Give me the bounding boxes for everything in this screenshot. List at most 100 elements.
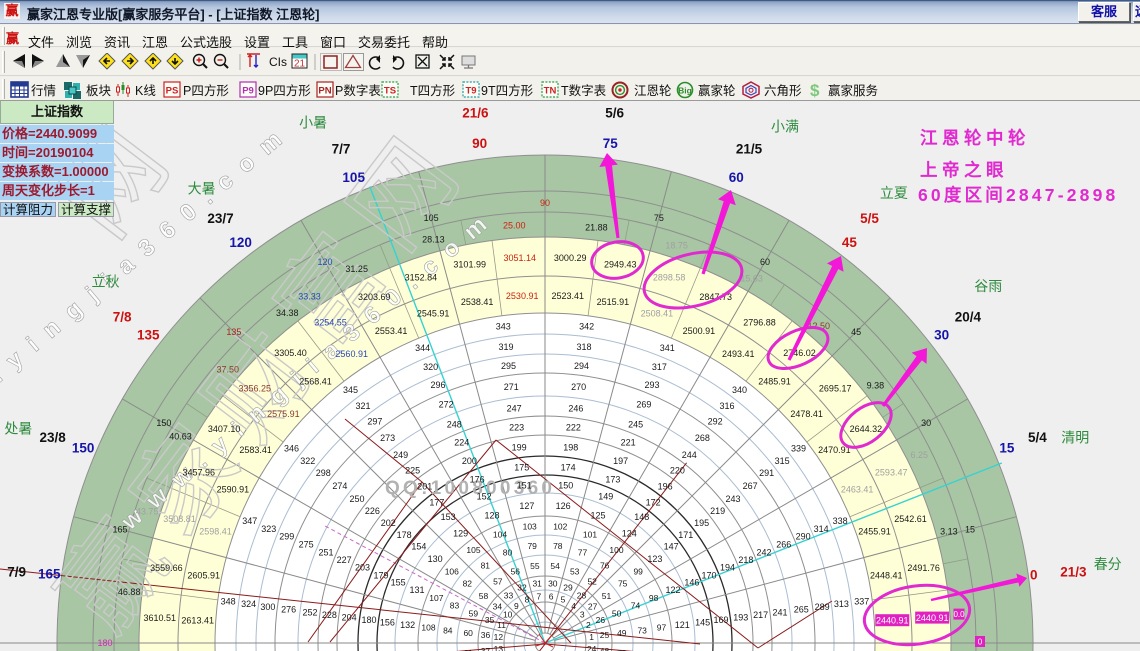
svg-text:90: 90	[540, 198, 550, 208]
svg-text:151: 151	[517, 481, 532, 491]
svg-text:251: 251	[318, 548, 333, 558]
svg-text:3101.99: 3101.99	[453, 260, 486, 270]
svg-text:83: 83	[450, 601, 460, 611]
svg-text:223: 223	[509, 423, 524, 433]
svg-text:40.63: 40.63	[169, 432, 192, 442]
svg-text:PS: PS	[166, 86, 179, 97]
svg-text:345: 345	[343, 385, 358, 395]
svg-text:3152.84: 3152.84	[405, 273, 438, 283]
svg-text:295: 295	[501, 361, 516, 371]
svg-text:123: 123	[647, 554, 662, 564]
svg-text:244: 244	[682, 450, 697, 460]
svg-text:29: 29	[563, 583, 573, 593]
svg-text:130: 130	[428, 554, 443, 564]
svg-text:CIs: CIs	[269, 55, 287, 69]
svg-text:300: 300	[260, 602, 275, 612]
svg-text:2448.41: 2448.41	[870, 570, 903, 580]
svg-text:2545.91: 2545.91	[417, 309, 450, 319]
svg-text:15: 15	[965, 524, 975, 534]
svg-text:谷雨: 谷雨	[974, 278, 1002, 294]
svg-text:297: 297	[367, 417, 382, 427]
svg-text:3559.66: 3559.66	[150, 563, 183, 573]
svg-text:行情: 行情	[31, 84, 56, 98]
svg-text:3203.69: 3203.69	[358, 292, 391, 302]
svg-text:82: 82	[463, 578, 473, 588]
svg-text:3508.81: 3508.81	[163, 514, 196, 524]
svg-text:268: 268	[695, 433, 710, 443]
svg-text:315: 315	[775, 456, 790, 466]
svg-text:323: 323	[261, 524, 276, 534]
svg-text:33.33: 33.33	[298, 292, 321, 302]
svg-text:337: 337	[854, 597, 869, 607]
svg-text:149: 149	[598, 491, 613, 501]
svg-text:155: 155	[391, 577, 406, 587]
svg-text:15: 15	[999, 441, 1015, 456]
svg-text:3305.40: 3305.40	[274, 348, 307, 358]
svg-text:150: 150	[156, 418, 171, 428]
svg-text:338: 338	[833, 516, 848, 526]
svg-text:53: 53	[570, 567, 580, 577]
svg-text:169: 169	[713, 615, 728, 625]
svg-text:45: 45	[842, 235, 858, 250]
svg-text:2598.41: 2598.41	[199, 526, 232, 536]
svg-text:34: 34	[493, 602, 503, 612]
svg-text:7: 7	[537, 592, 542, 602]
svg-text:293: 293	[644, 380, 659, 390]
svg-text:51: 51	[602, 591, 612, 601]
svg-text:2575.91: 2575.91	[267, 409, 300, 419]
svg-text:347: 347	[242, 516, 257, 526]
svg-text:267: 267	[743, 481, 758, 491]
svg-text:2440.91: 2440.91	[876, 616, 909, 626]
svg-text:245: 245	[628, 419, 643, 429]
svg-text:128: 128	[484, 510, 499, 520]
svg-text:2605.91: 2605.91	[187, 570, 220, 580]
svg-text:处暑: 处暑	[4, 420, 32, 436]
svg-text:108: 108	[421, 623, 435, 633]
svg-text:T9: T9	[465, 86, 476, 97]
svg-text:7/9: 7/9	[7, 564, 26, 579]
svg-text:202: 202	[381, 518, 396, 528]
svg-text:六角形: 六角形	[764, 84, 802, 98]
svg-text:153: 153	[441, 512, 456, 522]
svg-text:148: 148	[634, 512, 649, 522]
svg-text:180: 180	[97, 638, 112, 648]
svg-text:2508.41: 2508.41	[641, 309, 674, 319]
svg-text:165: 165	[38, 567, 61, 582]
svg-text:2949.43: 2949.43	[604, 260, 637, 270]
svg-text:193: 193	[733, 613, 748, 623]
svg-text:2523.41: 2523.41	[552, 291, 585, 301]
svg-text:274: 274	[332, 481, 347, 491]
svg-text:90: 90	[472, 136, 487, 151]
svg-text:299: 299	[279, 531, 294, 541]
svg-text:180: 180	[361, 615, 376, 625]
svg-text:春分: 春分	[1094, 556, 1122, 572]
svg-text:106: 106	[445, 567, 459, 577]
svg-text:24: 24	[587, 644, 597, 651]
svg-text:9.38: 9.38	[867, 381, 885, 391]
svg-text:4: 4	[571, 601, 576, 611]
svg-text:174: 174	[561, 462, 576, 472]
svg-text:98: 98	[649, 593, 659, 603]
svg-text:$: $	[810, 81, 820, 100]
svg-text:30: 30	[548, 579, 558, 589]
svg-text:321: 321	[355, 401, 370, 411]
svg-text:179: 179	[373, 570, 388, 580]
svg-text:2: 2	[586, 620, 591, 630]
svg-text:341: 341	[660, 343, 675, 353]
svg-text:313: 313	[834, 599, 849, 609]
svg-text:78: 78	[553, 541, 563, 551]
svg-text:177: 177	[429, 497, 444, 507]
svg-text:73: 73	[637, 625, 647, 635]
svg-text:194: 194	[720, 563, 735, 573]
svg-text:2440.91: 2440.91	[916, 613, 949, 623]
svg-text:21/5: 21/5	[736, 141, 763, 156]
svg-text:343: 343	[496, 322, 511, 332]
svg-text:21/3: 21/3	[1060, 564, 1087, 579]
svg-text:84: 84	[443, 625, 453, 635]
svg-text:217: 217	[753, 610, 768, 620]
svg-text:25: 25	[600, 630, 610, 640]
svg-text:272: 272	[439, 399, 454, 409]
svg-text:247: 247	[507, 403, 522, 413]
svg-text:7/7: 7/7	[332, 141, 351, 156]
svg-text:275: 275	[299, 539, 314, 549]
